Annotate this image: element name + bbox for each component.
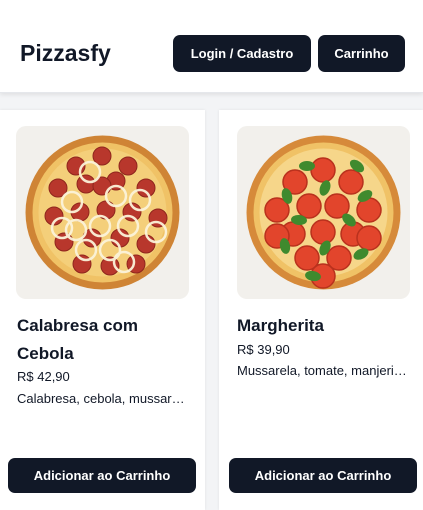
calabresa-pizza-image bbox=[16, 126, 189, 299]
tomato-slice bbox=[338, 169, 364, 195]
basil-leaf bbox=[299, 161, 315, 171]
pepperoni-slice bbox=[118, 156, 138, 176]
add-to-cart-button[interactable]: Adicionar ao Carrinho bbox=[8, 458, 196, 493]
product-card: Margherita R$ 39,90 Mussarela, tomate, m… bbox=[219, 110, 423, 510]
pepperoni-slice bbox=[92, 146, 112, 166]
top-header: Pizzasfy Login / Cadastro Carrinho bbox=[0, 0, 423, 93]
pepperoni-slice bbox=[136, 178, 156, 198]
pepperoni-slice bbox=[136, 234, 156, 254]
product-name: Calabresa com Cebola bbox=[17, 316, 138, 363]
product-card: Calabresa com Cebola R$ 42,90 Calabresa,… bbox=[0, 110, 205, 510]
pepperoni-slice bbox=[76, 174, 96, 194]
tomato-slice bbox=[296, 193, 322, 219]
add-to-cart-button[interactable]: Adicionar ao Carrinho bbox=[229, 458, 417, 493]
product-description: Mussarela, tomate, manjericão bbox=[237, 363, 407, 378]
product-name: Margherita bbox=[237, 316, 324, 335]
tomato-slice bbox=[310, 157, 336, 183]
cart-button[interactable]: Carrinho bbox=[318, 35, 405, 72]
product-price: R$ 42,90 bbox=[17, 369, 70, 384]
login-button[interactable]: Login / Cadastro bbox=[173, 35, 311, 72]
tomato-slice bbox=[310, 219, 336, 245]
product-description: Calabresa, cebola, mussarela bbox=[17, 391, 187, 406]
pepperoni-slice bbox=[72, 254, 92, 274]
product-price: R$ 39,90 bbox=[237, 342, 290, 357]
margherita-pizza-image bbox=[237, 126, 410, 299]
brand-logo[interactable]: Pizzasfy bbox=[20, 40, 111, 67]
tomato-slice bbox=[356, 225, 382, 251]
